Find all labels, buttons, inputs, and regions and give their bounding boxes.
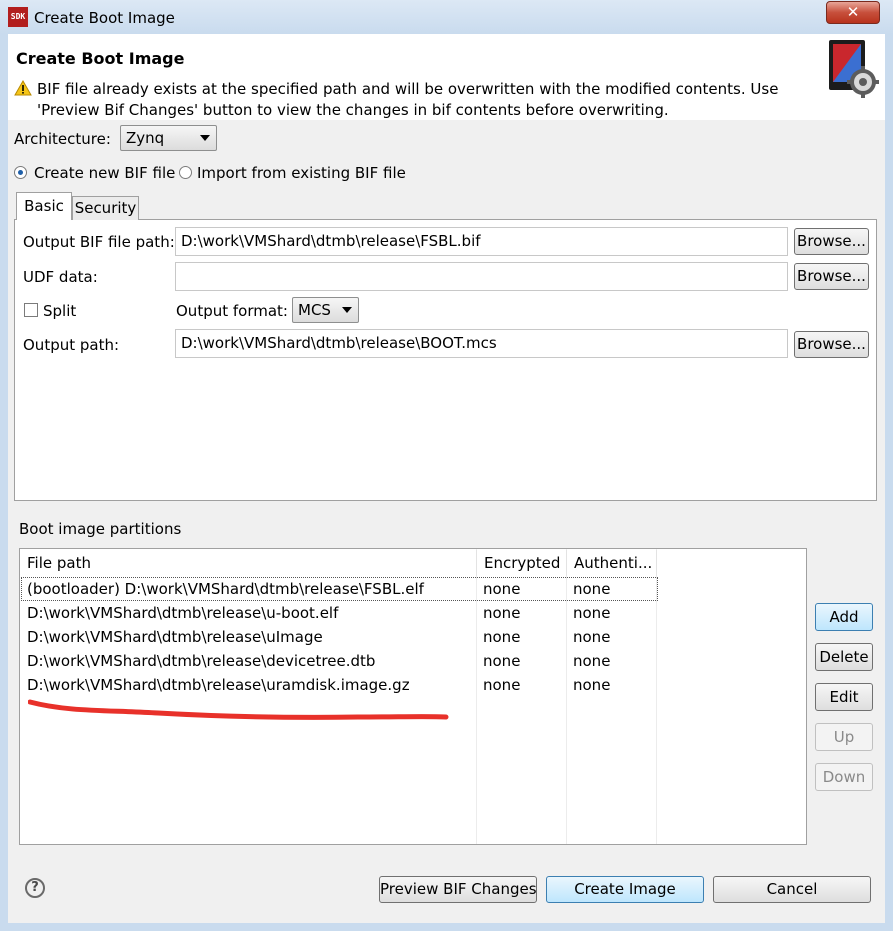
table-row[interactable]: D:\work\VMShard\dtmb\release\uImage none… [20,625,806,649]
cell-encrypted: none [483,676,521,694]
column-header-authentication[interactable]: Authenti... [567,550,657,576]
preview-bif-changes-button[interactable]: Preview BIF Changes [379,876,537,903]
cell-file-path: (bootloader) D:\work\VMShard\dtmb\releas… [27,580,424,598]
cell-file-path: D:\work\VMShard\dtmb\release\devicetree.… [27,652,376,670]
browse-output-path-button[interactable]: Browse... [794,331,869,358]
chevron-down-icon [200,135,210,141]
cell-encrypted: none [483,652,521,670]
cell-encrypted: none [483,580,521,598]
output-format-value: MCS [298,301,331,319]
add-partition-button[interactable]: Add [815,603,873,631]
architecture-value: Zynq [126,129,165,147]
table-row[interactable]: D:\work\VMShard\dtmb\release\devicetree.… [20,649,806,673]
cell-file-path: D:\work\VMShard\dtmb\release\uramdisk.im… [27,676,410,694]
dialog-title: Create Boot Image [16,49,185,68]
output-format-select[interactable]: MCS [292,297,359,323]
table-row[interactable]: (bootloader) D:\work\VMShard\dtmb\releas… [20,577,806,601]
output-path-input[interactable]: D:\work\VMShard\dtmb\release\BOOT.mcs [175,329,788,358]
column-header-encrypted[interactable]: Encrypted [477,550,567,576]
output-bif-path-label: Output BIF file path: [23,233,175,251]
delete-partition-button[interactable]: Delete [815,643,873,671]
move-down-button[interactable]: Down [815,763,873,791]
help-icon[interactable]: ? [25,878,45,898]
cell-authentication: none [573,628,611,646]
cell-authentication: none [573,604,611,622]
close-window-button[interactable]: ✕ [826,1,880,24]
cell-authentication: none [573,676,611,694]
cell-authentication: none [573,580,611,598]
window-frame-right [885,34,893,931]
create-new-bif-label[interactable]: Create new BIF file [34,164,175,182]
window-frame-left [0,34,8,931]
tab-security[interactable]: Security [72,196,139,220]
table-row[interactable]: D:\work\VMShard\dtmb\release\uramdisk.im… [20,673,806,697]
cell-encrypted: none [483,628,521,646]
cell-file-path: D:\work\VMShard\dtmb\release\uImage [27,628,323,646]
output-path-label: Output path: [23,336,120,354]
import-bif-label[interactable]: Import from existing BIF file [197,164,406,182]
chevron-down-icon [342,307,352,313]
window-frame-bottom [0,923,893,931]
tab-basic[interactable]: Basic [16,192,72,220]
create-new-bif-radio[interactable] [14,166,27,179]
browse-output-bif-button[interactable]: Browse... [794,228,869,255]
import-bif-radio[interactable] [179,166,192,179]
cell-file-path: D:\work\VMShard\dtmb\release\u-boot.elf [27,604,339,622]
column-header-file-path[interactable]: File path [20,550,477,576]
split-checkbox[interactable] [24,303,38,317]
cell-authentication: none [573,652,611,670]
cell-encrypted: none [483,604,521,622]
partitions-section-label: Boot image partitions [19,520,182,538]
udf-data-input[interactable] [175,262,788,291]
udf-data-label: UDF data: [23,268,98,286]
architecture-select[interactable]: Zynq [120,125,217,151]
browse-udf-button[interactable]: Browse... [794,263,869,290]
table-row[interactable]: D:\work\VMShard\dtmb\release\u-boot.elf … [20,601,806,625]
warning-icon [14,80,32,96]
window-title: Create Boot Image [34,9,175,27]
warning-message: BIF file already exists at the specified… [37,80,779,119]
architecture-label: Architecture: [14,130,111,148]
move-up-button[interactable]: Up [815,723,873,751]
partitions-table[interactable]: File path Encrypted Authenti... (bootloa… [19,548,807,845]
create-image-button[interactable]: Create Image [546,876,704,903]
red-underline-annotation [28,699,449,720]
edit-partition-button[interactable]: Edit [815,683,873,711]
boot-image-gear-icon [829,40,879,98]
sdk-app-icon: SDK [8,7,28,27]
split-label[interactable]: Split [43,302,76,320]
cancel-button[interactable]: Cancel [713,876,871,903]
output-format-label: Output format: [176,302,288,320]
output-bif-path-input[interactable]: D:\work\VMShard\dtmb\release\FSBL.bif [175,227,788,256]
